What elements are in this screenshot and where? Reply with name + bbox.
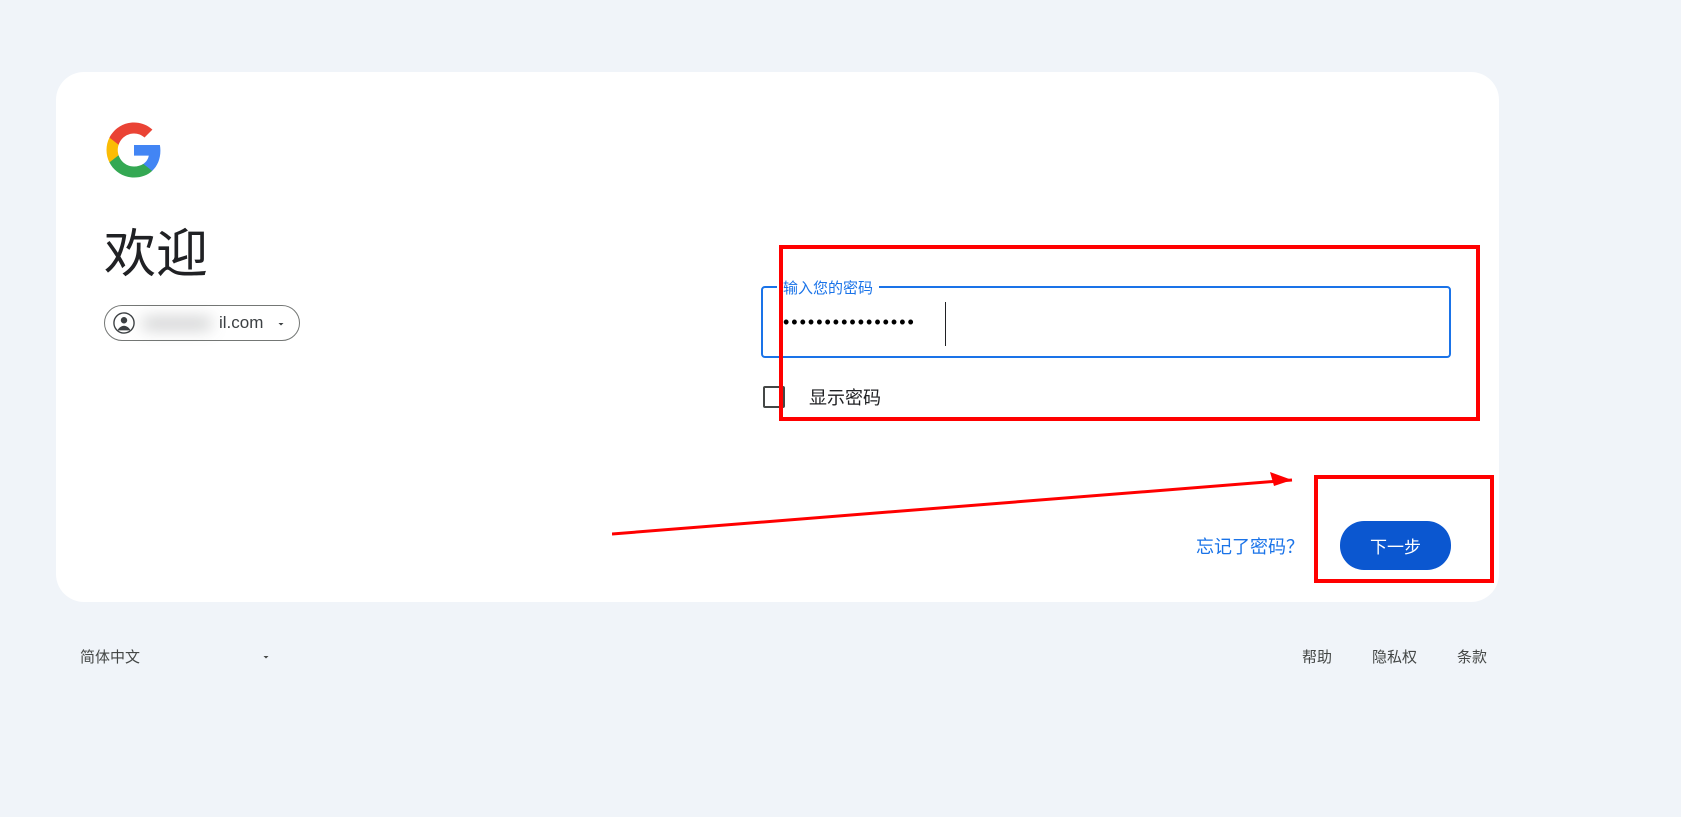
- text-cursor: [945, 302, 946, 346]
- footer-links: 帮助 隐私权 条款: [1302, 646, 1487, 667]
- language-label: 简体中文: [80, 646, 140, 667]
- password-section: 输入您的密码 显示密码: [761, 246, 1451, 410]
- next-button[interactable]: 下一步: [1340, 521, 1451, 570]
- actions-row: 忘记了密码？ 下一步: [1196, 521, 1451, 570]
- forgot-password-link[interactable]: 忘记了密码？: [1196, 533, 1304, 559]
- caret-down-icon: [260, 650, 272, 662]
- login-card: 欢迎 xxxxxxxx il.com 输入您的密码 显示密码 忘记: [56, 72, 1499, 602]
- terms-link[interactable]: 条款: [1457, 646, 1487, 667]
- account-email-masked: xxxxxxxx: [143, 313, 211, 333]
- google-logo-icon: [104, 120, 164, 180]
- show-password-checkbox[interactable]: [763, 386, 785, 408]
- person-icon: [113, 312, 135, 334]
- account-selector[interactable]: xxxxxxxx il.com: [104, 305, 300, 341]
- language-selector[interactable]: 简体中文: [68, 638, 284, 675]
- show-password-label: 显示密码: [809, 384, 881, 410]
- password-label: 输入您的密码: [777, 277, 879, 298]
- password-input[interactable]: [783, 312, 1429, 333]
- help-link[interactable]: 帮助: [1302, 646, 1332, 667]
- footer: 简体中文 帮助 隐私权 条款: [56, 626, 1499, 686]
- chevron-down-icon: [275, 317, 287, 329]
- account-email-suffix: il.com: [219, 313, 263, 333]
- show-password-row: 显示密码: [761, 384, 1451, 410]
- password-field-container: 输入您的密码: [761, 286, 1451, 358]
- privacy-link[interactable]: 隐私权: [1372, 646, 1417, 667]
